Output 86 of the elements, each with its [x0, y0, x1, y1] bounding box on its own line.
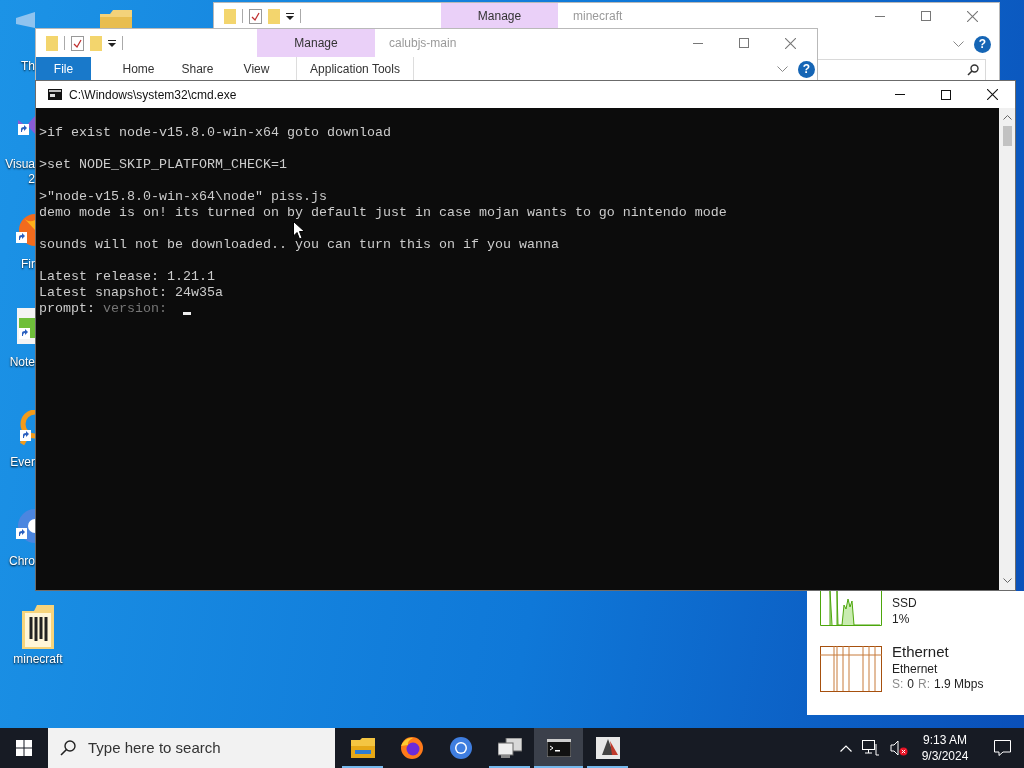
mouse-cursor-icon: [293, 221, 305, 240]
folder-icon[interactable]: [22, 605, 54, 649]
console-line: >if exist node-v15.8.0-win-x64 goto download: [39, 125, 391, 140]
scroll-down-icon[interactable]: [1002, 578, 1012, 583]
taskbar-app-button[interactable]: [534, 728, 583, 768]
prompt-hint-text: version:: [103, 301, 167, 316]
dropdown-icon[interactable]: [108, 39, 116, 47]
clock[interactable]: 9:13 AM 9/3/2024: [920, 732, 970, 764]
minimize-icon: [875, 15, 885, 17]
console-line: sounds will not be downloaded.. you can turn this on if you wanna: [39, 237, 559, 252]
desktop-icon-label: Th: [20, 59, 35, 74]
desktop-icon-label: minecraft: [12, 652, 64, 667]
window-title: minecraft: [573, 8, 623, 25]
time: 9:13 AM: [922, 732, 968, 748]
firefox-icon: [400, 737, 423, 759]
chevron-down-icon[interactable]: [953, 41, 964, 47]
notification-icon: [993, 740, 1011, 756]
chrome-icon: [449, 737, 472, 759]
properties-icon[interactable]: [249, 8, 262, 24]
ribbon-tab[interactable]: Share: [168, 57, 227, 81]
folder-icon: [350, 738, 375, 758]
chevron-down-icon[interactable]: [777, 66, 788, 72]
console-line: Latest snapshot: 24w35a: [39, 285, 223, 300]
network-speed-value: 1.9 Mbps: [934, 677, 984, 691]
properties-icon[interactable]: [71, 35, 84, 51]
disk-type: SSD: [892, 595, 917, 611]
running-indicator: [342, 766, 383, 768]
network-speed-label: S:: [892, 677, 904, 691]
console-line: Latest release: 1.21.1: [39, 269, 215, 284]
console-line: demo mode is on! its turned on by default just in case mojan wants to go nintendo mode: [39, 205, 727, 220]
ribbon-tab[interactable]: Home: [109, 57, 168, 81]
window-title: calubjs-main: [389, 35, 457, 52]
help-icon[interactable]: ?: [974, 35, 991, 53]
shortcut-arrow-icon: [16, 232, 27, 243]
text-cursor: [183, 312, 191, 315]
manage-tab-header[interactable]: Manage: [441, 3, 558, 29]
desktop-icon-label: Visua 2: [4, 157, 35, 187]
terminal-icon: [48, 89, 62, 100]
java-icon: [595, 737, 620, 759]
computers-icon: [497, 738, 522, 758]
network-icon[interactable]: [862, 740, 880, 756]
help-icon[interactable]: ?: [798, 60, 815, 78]
minimize-icon: [693, 42, 703, 44]
console-line: >set NODE_SKIP_PLATFORM_CHECK=1: [39, 157, 287, 172]
desktop-icon-label: Chro: [8, 554, 35, 569]
shortcut-arrow-icon: [19, 328, 30, 339]
disk-graph[interactable]: [820, 591, 882, 626]
running-indicator: [489, 766, 530, 768]
scrollbar-thumb[interactable]: [1002, 126, 1012, 146]
running-indicator: [534, 766, 583, 768]
network-speed-value: 0: [907, 677, 915, 691]
network-name: Ethernet: [892, 643, 950, 661]
search-icon: [967, 64, 979, 76]
ribbon-tab[interactable]: File: [36, 57, 91, 81]
network-graph[interactable]: [820, 646, 882, 692]
date: 9/3/2024: [920, 748, 970, 764]
manage-tab-header[interactable]: Manage: [257, 29, 375, 57]
console-line: >"node-v15.8.0-win-x64\node" piss.js: [39, 189, 327, 204]
window-title: C:\Windows\system32\cmd.exe: [69, 86, 237, 104]
minimize-icon: [895, 94, 905, 95]
windows-logo-icon: [16, 740, 32, 756]
console-prompt: prompt:: [39, 301, 95, 316]
close-icon: [966, 10, 978, 22]
dropdown-icon[interactable]: [286, 12, 294, 20]
maximize-icon: [921, 11, 931, 21]
ribbon-tab[interactable]: View: [227, 57, 286, 81]
close-icon: [986, 89, 998, 100]
shortcut-arrow-icon: [20, 430, 31, 441]
speaker-icon[interactable]: [890, 740, 908, 756]
terminal-icon: [546, 739, 571, 757]
maximize-icon: [941, 89, 951, 100]
chevron-up-icon[interactable]: [840, 744, 852, 752]
running-indicator: [587, 766, 628, 768]
adapter-name: Ethernet: [892, 661, 939, 677]
close-icon: [784, 37, 796, 49]
search-field[interactable]: Type here to search: [48, 728, 335, 768]
desktop-icon-label: Note: [8, 355, 35, 370]
network-speed-label: R:: [918, 677, 931, 691]
shortcut-arrow-icon: [18, 124, 29, 135]
desktop-icon-label: Fir: [20, 257, 35, 272]
desktop-icon-label: Ever: [9, 455, 35, 470]
disk-usage: 1%: [892, 611, 911, 627]
scrollbar[interactable]: [999, 108, 1015, 590]
scroll-up-icon[interactable]: [1002, 115, 1012, 120]
maximize-icon: [739, 38, 749, 48]
shortcut-arrow-icon: [16, 528, 27, 539]
